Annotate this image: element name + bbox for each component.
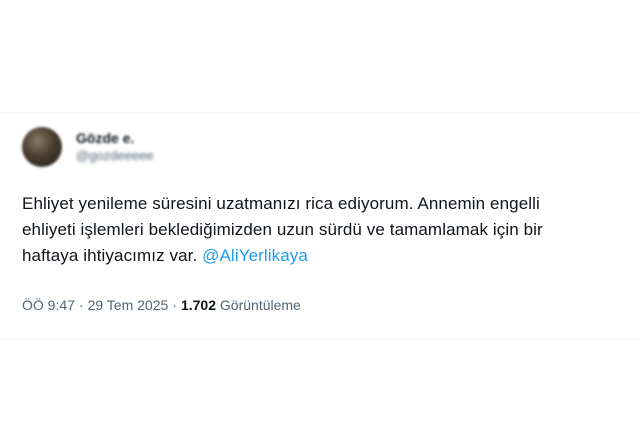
tweet-text-line-3: haftaya ihtiyacımız var. @AliYerlikaya <box>22 243 632 269</box>
tweet-time[interactable]: ÖÖ 9:47 <box>22 297 75 313</box>
page: Gözde e. @gozdeeeee Ehliyet yenileme sür… <box>0 0 640 426</box>
tweet-text-line-2: ehliyeti işlemleri beklediğimizden uzun … <box>22 220 543 239</box>
tweet-header: Gözde e. @gozdeeeee <box>22 127 154 167</box>
meta-separator: · <box>78 297 84 313</box>
tweet-meta: ÖÖ 9:47 · 29 Tem 2025 · 1.702 Görüntüleme <box>22 295 301 315</box>
author-names: Gözde e. @gozdeeeee <box>76 129 154 165</box>
tweet-date[interactable]: 29 Tem 2025 <box>88 297 169 313</box>
tweet-text: Ehliyet yenileme süresini uzatmanızı ric… <box>22 191 632 269</box>
meta-separator: · <box>172 297 177 313</box>
author-display-name[interactable]: Gözde e. <box>76 129 154 147</box>
author-handle[interactable]: @gozdeeeee <box>76 147 154 165</box>
mention-link[interactable]: @AliYerlikaya <box>202 246 308 265</box>
tweet-card: Gözde e. @gozdeeeee Ehliyet yenileme sür… <box>0 112 640 340</box>
views-label: Görüntüleme <box>219 297 301 313</box>
views-count: 1.702 <box>180 297 217 313</box>
avatar[interactable] <box>22 127 62 167</box>
tweet-text-line-1: Ehliyet yenileme süresini uzatmanızı ric… <box>22 194 540 213</box>
tweet-text-line-3-text: haftaya ihtiyacımız var. <box>22 246 203 265</box>
